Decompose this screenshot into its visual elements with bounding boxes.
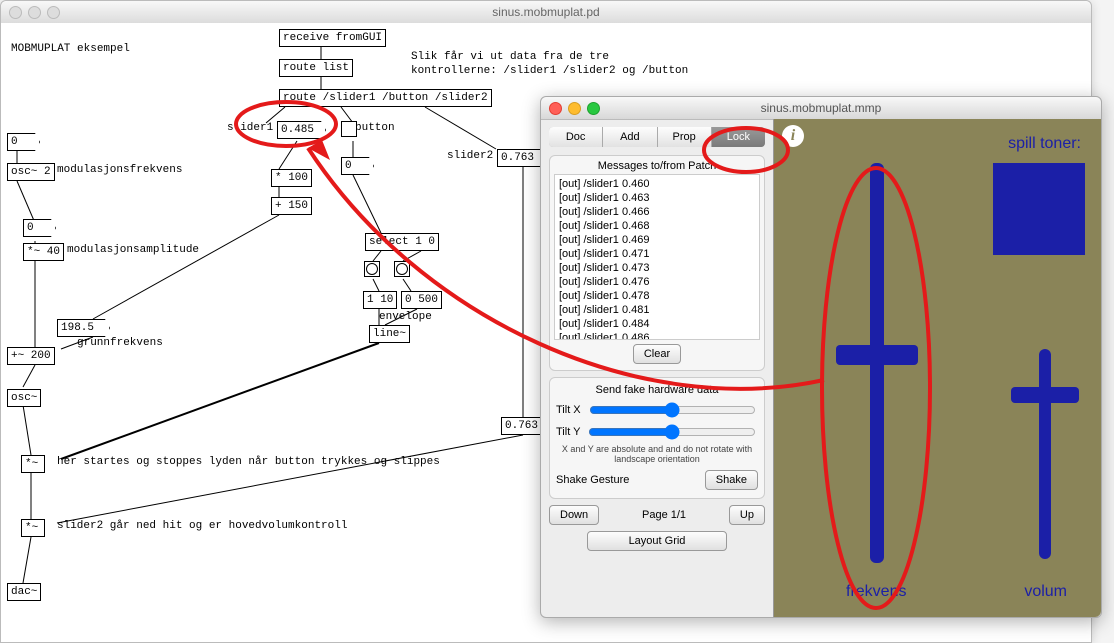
message-line: [out] /slider1 0.469 [559,233,755,247]
comment-heading: MOBMUPLAT eksempel [11,43,130,55]
pd-titlebar[interactable]: sinus.mobmuplat.pd [1,1,1091,24]
tilty-label: Tilt Y [556,426,580,438]
tab-lock[interactable]: Lock [712,127,765,147]
obj-mul-sig[interactable]: *~ [21,455,45,473]
minimize-icon[interactable] [568,102,581,115]
clear-button[interactable]: Clear [633,344,681,364]
num-modamp[interactable]: 0 [23,219,56,237]
obj-osc[interactable]: osc~ [7,389,41,407]
pager: Down Page 1/1 Up [549,505,765,525]
message-line: [out] /slider1 0.476 [559,275,755,289]
obj-mul100[interactable]: * 100 [271,169,312,187]
messages-title: Messages to/from Patch [554,160,760,172]
mmp-panel: Doc Add Prop Lock Messages to/from Patch… [541,119,773,617]
mmp-window-title: sinus.mobmuplat.mmp [761,101,882,115]
msg-1-10[interactable]: 1 10 [363,291,397,309]
obj-receive[interactable]: receive fromGUI [279,29,386,47]
tiltx-label: Tilt X [556,404,581,416]
label-volum: volum [1024,583,1067,601]
message-line: [out] /slider1 0.484 [559,317,755,331]
shake-button[interactable]: Shake [705,470,758,490]
comment-startstop: her startes og stoppes lyden når button … [57,456,440,468]
label-frekvens: frekvens [846,583,906,601]
comment-modamp: modulasjonsamplitude [67,244,199,256]
tilty-slider[interactable] [588,424,756,440]
comment-slider2note: slider2 går ned hit og er hovedvolumkont… [57,520,347,532]
bang-button[interactable] [341,121,357,137]
slider-volum-track[interactable] [1039,349,1051,559]
obj-select[interactable]: select 1 0 [365,233,439,251]
obj-add200[interactable]: +~ 200 [7,347,55,365]
tab-doc[interactable]: Doc [549,127,603,147]
tab-prop[interactable]: Prop [658,127,712,147]
bang-1[interactable] [364,261,380,277]
mmp-window[interactable]: sinus.mobmuplat.mmp Doc Add Prop Lock Me… [540,96,1102,618]
message-line: [out] /slider1 0.486 [559,331,755,340]
obj-add150[interactable]: + 150 [271,197,312,215]
num-modfreq[interactable]: 0 [7,133,40,151]
tiltx-slider[interactable] [589,402,756,418]
page-indicator: Page 1/1 [642,509,686,521]
page-down-button[interactable]: Down [549,505,599,525]
traffic-lights[interactable] [9,6,60,19]
obj-route-3[interactable]: route /slider1 /button /slider2 [279,89,492,107]
mmp-titlebar[interactable]: sinus.mobmuplat.mmp [541,97,1101,120]
mmp-traffic-lights[interactable] [549,102,600,115]
bang-0[interactable] [394,261,410,277]
minimize-icon[interactable] [28,6,41,19]
preview-button[interactable] [993,163,1085,255]
messages-list[interactable]: [out] /slider1 0.460[out] /slider1 0.463… [554,174,760,340]
num-slider2[interactable]: 0.763 [497,149,546,167]
slider-frekvens-thumb[interactable] [836,345,918,365]
obj-route-list[interactable]: route list [279,59,353,77]
zoom-icon[interactable] [587,102,600,115]
layout-grid-button[interactable]: Layout Grid [587,531,727,551]
zoom-icon[interactable] [47,6,60,19]
comment-desc1: Slik får vi ut data fra de tre [411,51,609,63]
obj-mul-sig2[interactable]: *~ [21,519,45,537]
message-line: [out] /slider1 0.466 [559,205,755,219]
hardware-note: X and Y are absolute and and do not rota… [556,444,758,464]
comment-envelope: envelope [379,311,432,323]
message-line: [out] /slider1 0.460 [559,177,755,191]
obj-mul40[interactable]: *~ 40 [23,243,64,261]
label-slider2: slider2 [447,150,493,162]
label-spill: spill toner: [1008,135,1081,153]
message-line: [out] /slider1 0.468 [559,219,755,233]
slider-volum-thumb[interactable] [1011,387,1079,403]
message-line: [out] /slider1 0.473 [559,261,755,275]
comment-desc2: kontrollerne: /slider1 /slider2 og /butt… [411,65,688,77]
hardware-title: Send fake hardware data [556,384,758,396]
obj-dac[interactable]: dac~ [7,583,41,601]
obj-osc-mod[interactable]: osc~ 2 [7,163,55,181]
messages-box: Messages to/from Patch [out] /slider1 0.… [549,155,765,371]
mmp-preview[interactable]: i spill toner: frekvens volum [773,119,1101,617]
label-slider1: slider1 [227,122,273,134]
num-grunn[interactable]: 198.5 [57,319,110,337]
num-slider1[interactable]: 0.485 [277,121,326,139]
pd-window-title: sinus.mobmuplat.pd [492,5,599,19]
info-icon[interactable]: i [782,125,804,147]
comment-grunn: grunnfrekvens [77,337,163,349]
tab-add[interactable]: Add [603,127,657,147]
message-line: [out] /slider1 0.463 [559,191,755,205]
msg-0-500[interactable]: 0 500 [401,291,442,309]
hardware-box: Send fake hardware data Tilt X Tilt Y X … [549,377,765,499]
message-line: [out] /slider1 0.481 [559,303,755,317]
num-button[interactable]: 0 [341,157,374,175]
message-line: [out] /slider1 0.478 [559,289,755,303]
close-icon[interactable] [549,102,562,115]
shake-label: Shake Gesture [556,474,629,486]
close-icon[interactable] [9,6,22,19]
mmp-tabs[interactable]: Doc Add Prop Lock [549,127,765,147]
label-button: button [355,122,395,134]
comment-modfreq: modulasjonsfrekvens [57,164,182,176]
page-up-button[interactable]: Up [729,505,765,525]
message-line: [out] /slider1 0.471 [559,247,755,261]
obj-line[interactable]: line~ [369,325,410,343]
